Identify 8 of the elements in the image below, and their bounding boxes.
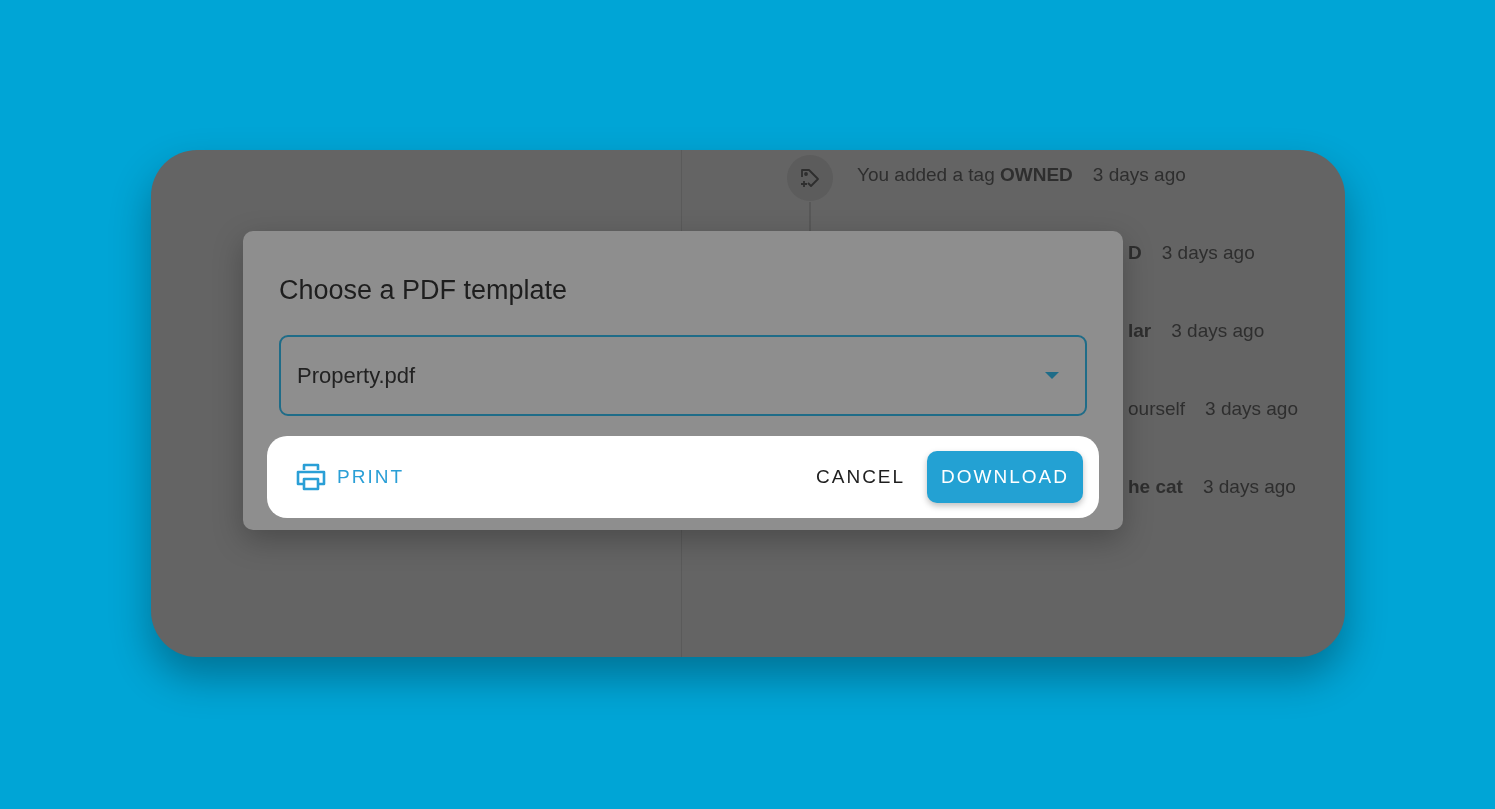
cancel-button[interactable]: CANCEL xyxy=(804,451,918,503)
caret-icon xyxy=(1045,372,1059,379)
dialog-title: Choose a PDF template xyxy=(278,274,569,307)
download-button[interactable]: DOWNLOAD xyxy=(927,451,1083,503)
print-button[interactable]: PRINT xyxy=(283,451,416,503)
template-select[interactable]: Property.pdf xyxy=(279,335,1087,416)
tag-icon xyxy=(787,155,833,201)
printer-icon xyxy=(295,463,327,491)
